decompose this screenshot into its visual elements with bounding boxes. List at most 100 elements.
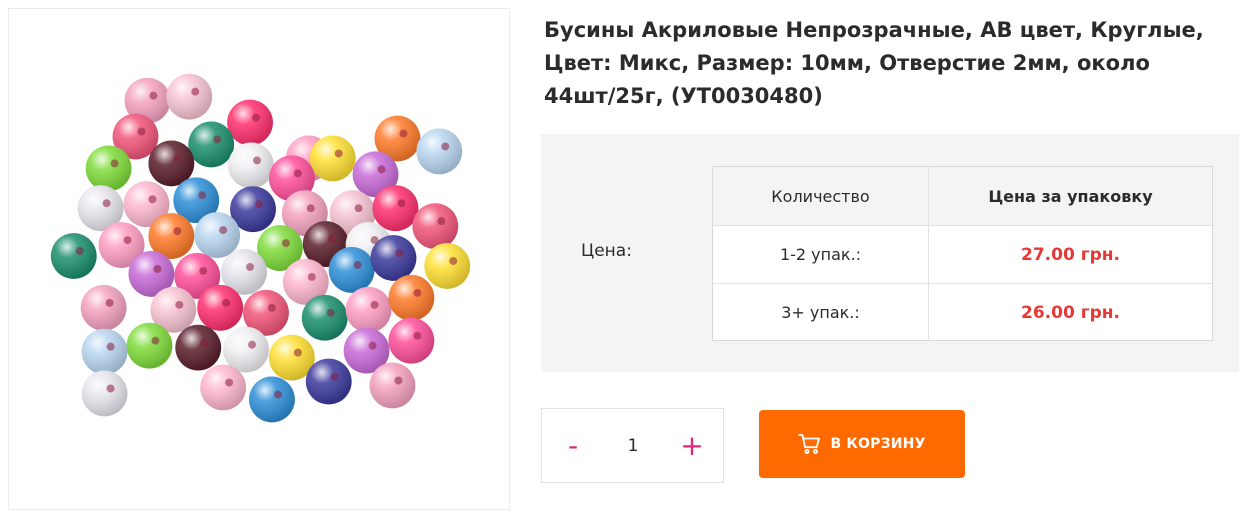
bead-hole [123,236,132,245]
bead-shine [80,284,127,331]
bead-hole [449,257,458,265]
bead-shine [197,284,244,331]
bead-shine [85,145,132,192]
bead-hole [198,191,207,200]
bead-hole [248,340,257,349]
price-row-quantity: 1-2 упак.: [779,245,862,264]
bead-hole [370,300,379,309]
bead-shine [188,121,235,168]
price-row-value: 27.00 грн. [928,226,1212,283]
cart-button-label: В КОРЗИНУ [830,436,926,452]
bead-hole [437,217,446,226]
price-value: 26.00 грн. [1021,302,1120,323]
bead-hole [281,239,290,248]
bead-hole [102,199,111,208]
bead-hole [106,384,115,393]
bead-hole [149,91,158,100]
bead-hole [327,235,336,244]
bead-hole [246,262,255,271]
bead-shine [200,364,247,411]
header-price: Цена за упаковку [928,167,1212,225]
bead-hole [334,149,343,158]
bead-shine [309,135,356,182]
bead-hole [110,159,119,168]
price-row-quantity: 3+ упак.: [781,303,860,322]
bead-hole [153,264,162,273]
bead-hole [173,227,182,236]
bead-hole [413,288,422,297]
bead-hole [441,142,450,151]
price-panel: Цена: Количество Цена за упаковку 1-2 уп… [541,134,1239,372]
bead-shine [424,243,471,289]
header-quantity: Количество [713,167,928,225]
bead-hole [213,135,222,144]
bead-hole [219,226,228,235]
bead-hole [151,336,160,345]
bead-hole [326,308,335,317]
cart-icon [798,434,821,454]
bead-hole [105,298,114,307]
bead-hole [394,376,403,385]
bead-shine [175,324,222,371]
bead-hole [191,87,200,96]
bead-shine [301,294,348,341]
bead-hole [255,200,263,209]
bead-hole [397,199,406,208]
product-image[interactable] [8,8,510,510]
beads-photo [50,73,471,423]
bead-hole [199,266,208,275]
bead-hole [354,204,363,213]
bead-shine [328,247,375,293]
bead-shine [372,185,419,232]
bead-hole [368,341,377,350]
price-row-value: 26.00 грн. [928,284,1212,341]
bead-hole [293,348,302,357]
bead-shine [249,376,295,423]
product-title: Бусины Акриловые Непрозрачные, АВ цвет, … [544,18,1204,108]
bead-hole [273,390,282,399]
bead-hole [306,204,315,213]
bead-shine [81,370,128,417]
bead-hole [267,303,276,312]
bead-hole [399,129,408,138]
bead-shine [126,322,173,369]
price-table-header: Количество Цена за упаковку [713,167,1212,225]
price-row: 3+ упак.: 26.00 грн. [713,283,1212,341]
bead-shine [227,99,273,146]
price-value: 27.00 грн. [1021,244,1120,265]
bead-shine [50,233,97,279]
bead-hole [253,156,261,165]
bead-hole [222,298,231,307]
bead-hole [75,247,84,256]
bead-hole [413,331,422,340]
quantity-stepper: - + [541,408,724,483]
bead-hole [106,342,115,351]
bead-shine [305,358,352,405]
bead-shine [81,328,128,375]
bead-shine [388,317,435,364]
add-to-cart-button[interactable]: В КОРЗИНУ [759,410,965,478]
bead-hole [137,127,146,136]
bead-shine [370,235,417,281]
bead-hole [293,169,302,178]
bead-shine [388,274,435,321]
decrease-quantity-button[interactable]: - [545,409,601,482]
bead-hole [225,378,234,387]
price-table: Количество Цена за упаковку 1-2 упак.: 2… [712,166,1213,341]
bead-hole [377,165,386,174]
bead-shine [416,128,463,175]
bead-hole [330,372,339,381]
increase-quantity-button[interactable]: + [664,409,720,482]
bead-shine [194,212,241,259]
price-row: 1-2 упак.: 27.00 грн. [713,225,1212,283]
bead-hole [173,154,182,163]
bead-shine [166,73,213,120]
bead-hole [175,300,184,309]
bead-hole [353,260,362,269]
bead-shine [228,142,274,189]
bead-shine [345,286,392,333]
bead-shine [369,362,416,409]
bead-hole [395,249,404,258]
quantity-input[interactable] [604,431,662,461]
bead-hole [148,195,157,204]
